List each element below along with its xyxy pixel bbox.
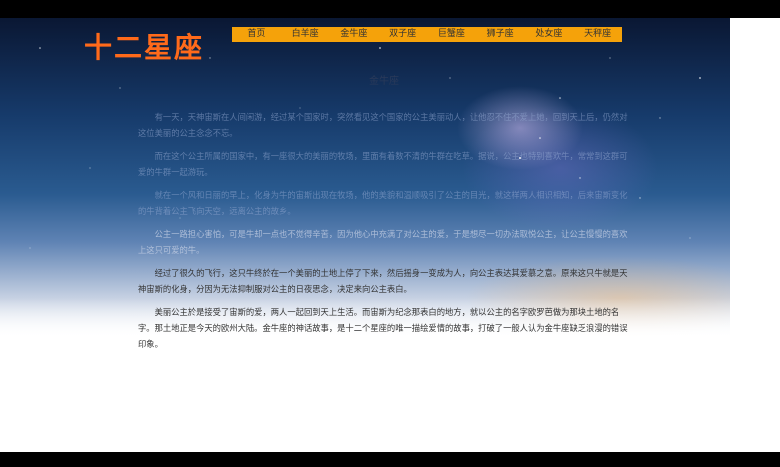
site-logo[interactable]: 十二星座 bbox=[84, 26, 204, 66]
nav-item-virgo[interactable]: 处女座 bbox=[525, 27, 574, 42]
article-paragraph: 有一天，天神宙斯在人间闲游，经过某个国家时，突然看见这个国家的公主美丽动人，让他… bbox=[138, 112, 628, 138]
article-paragraph: 美丽公主於是接受了宙斯的爱，两人一起回到天上生活。而宙斯为纪念那表白的地方，就以… bbox=[138, 307, 628, 349]
nav-item-libra[interactable]: 天秤座 bbox=[573, 27, 622, 42]
article: 金牛座 有一天，天神宙斯在人间闲游，经过某个国家时，突然看见这个国家的公主美丽动… bbox=[138, 72, 630, 359]
nav-item-gemini[interactable]: 双子座 bbox=[378, 27, 427, 42]
nav-item-taurus[interactable]: 金牛座 bbox=[330, 27, 379, 42]
nav-item-leo[interactable]: 狮子座 bbox=[476, 27, 525, 42]
nav-item-home[interactable]: 首页 bbox=[232, 27, 281, 42]
main-nav: 首页 白羊座 金牛座 双子座 巨蟹座 狮子座 处女座 天秤座 bbox=[232, 27, 622, 42]
article-paragraph: 公主一路担心害怕，可是牛却一点也不觉得辛苦，因为他心中充满了对公主的爱，于是想尽… bbox=[138, 229, 628, 255]
browser-bottom-bar bbox=[0, 452, 780, 467]
article-paragraph: 经过了很久的飞行，这只牛终於在一个美丽的土地上停了下来，然后摇身一变成为人，向公… bbox=[138, 268, 628, 294]
right-margin bbox=[730, 18, 780, 452]
article-paragraph: 而在这个公主所属的国家中，有一座很大的美丽的牧场，里面有着数不清的牛群在吃草。据… bbox=[138, 151, 628, 177]
nav-item-cancer[interactable]: 巨蟹座 bbox=[427, 27, 476, 42]
nav-item-aries[interactable]: 白羊座 bbox=[281, 27, 330, 42]
article-title: 金牛座 bbox=[369, 76, 399, 87]
page-viewport: 十二星座 首页 白羊座 金牛座 双子座 巨蟹座 狮子座 处女座 天秤座 金牛座 … bbox=[0, 18, 780, 452]
browser-top-bar bbox=[0, 0, 780, 18]
article-paragraph: 就在一个风和日丽的早上，化身为牛的宙斯出现在牧场，他的美貌和温顺吸引了公主的目光… bbox=[138, 190, 628, 216]
